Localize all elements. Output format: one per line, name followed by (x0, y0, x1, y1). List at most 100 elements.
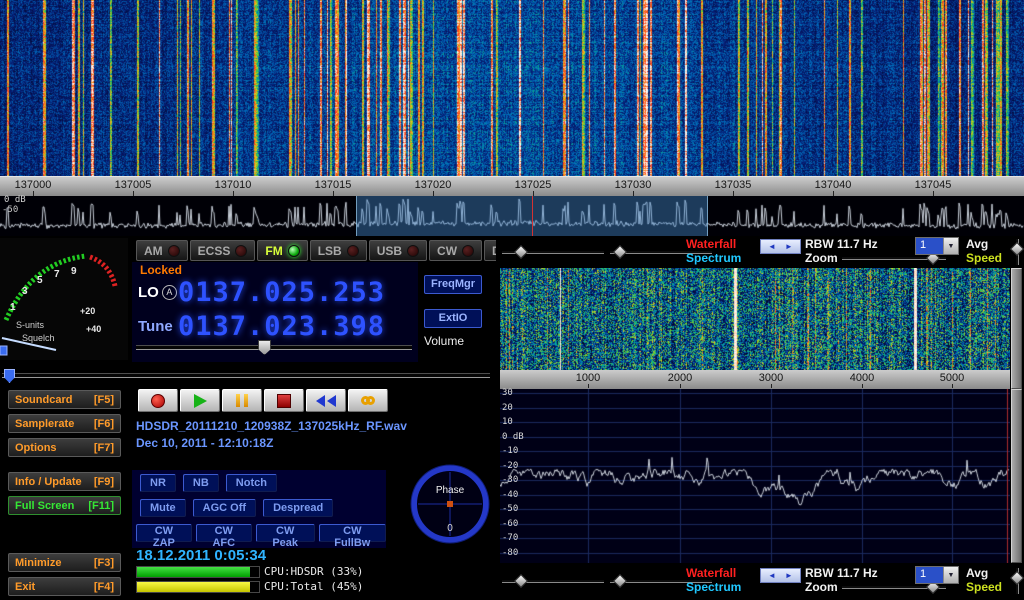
soundcard-button[interactable]: Soundcard [F5] (8, 390, 121, 409)
playback-controls (138, 389, 388, 412)
level-mini-slider[interactable] (1012, 239, 1022, 265)
mode-selector: AM ECSS FM LSB USB CW (136, 240, 544, 261)
exit-button[interactable]: Exit [F4] (8, 577, 121, 596)
waterfall-tab[interactable]: Waterfall (686, 566, 736, 580)
audio-spectrum-canvas[interactable] (500, 389, 1010, 563)
avg-select-value: 1 (916, 567, 943, 583)
recording-filename: HDSDR_20111210_120938Z_137025kHz_RF.wav (136, 419, 407, 433)
freq-scale-label: 137025 (503, 179, 563, 191)
cw-zap-button[interactable]: CW ZAP (136, 524, 192, 542)
level-mini-slider[interactable] (1012, 568, 1022, 594)
slider-handle[interactable] (514, 574, 528, 588)
mode-button-usb[interactable]: USB (369, 240, 427, 261)
freq-scale-label: 5000 (927, 372, 977, 384)
fullscreen-button[interactable]: Full Screen [F11] (8, 496, 121, 515)
cw-peak-button[interactable]: CW Peak (256, 524, 315, 542)
spectrum-tab[interactable]: Spectrum (686, 580, 741, 594)
db-axis-label: -10 (502, 446, 518, 456)
mode-button-ecss[interactable]: ECSS (190, 240, 256, 261)
rbw-value: RBW 11.7 Hz (805, 237, 878, 251)
stop-button[interactable] (264, 389, 304, 412)
tune-slider[interactable] (2, 368, 490, 382)
speed-label: Speed (966, 580, 1002, 594)
minimize-button[interactable]: Minimize [F3] (8, 553, 121, 572)
mode-button-lsb[interactable]: LSB (310, 240, 367, 261)
freq-scale-label: 1000 (563, 372, 613, 384)
audio-frequency-scale[interactable]: 1000 2000 3000 4000 5000 (500, 370, 1010, 389)
cw-fullbw-button[interactable]: CW FullBw (319, 524, 386, 542)
brightness-slider[interactable] (502, 575, 604, 586)
loop-button[interactable] (348, 389, 388, 412)
slider-handle[interactable] (514, 245, 528, 259)
lo-mode-badge[interactable]: A (162, 285, 177, 300)
display-controls-top: Waterfall Spectrum ◄ ► RBW 11.7 Hz Zoom … (496, 237, 1024, 267)
db-axis-label: 20 (502, 403, 513, 413)
scroll-left-icon[interactable]: ◄ (768, 571, 776, 580)
nr-button[interactable]: NR (140, 474, 176, 492)
record-button[interactable] (138, 389, 178, 412)
tune-frequency-display[interactable]: 0137.023.398 (178, 311, 385, 342)
freq-scale-label: 137035 (703, 179, 763, 191)
main-waterfall-display[interactable] (0, 0, 1024, 176)
nb-button[interactable]: NB (183, 474, 219, 492)
scroll-left-icon[interactable]: ◄ (768, 242, 776, 251)
dropdown-arrow-icon[interactable]: ▼ (943, 238, 958, 254)
main-frequency-scale[interactable]: 137000 137005 137010 137015 137020 13702… (0, 176, 1024, 196)
play-icon (194, 394, 207, 408)
tune-marker[interactable] (532, 196, 533, 236)
despread-button[interactable]: Despread (263, 499, 333, 517)
slider-track (136, 345, 412, 350)
db-axis-label: 0 dB (502, 432, 524, 442)
slider-handle[interactable] (1010, 571, 1024, 585)
db-axis-label: -80 (502, 548, 518, 558)
mute-button[interactable]: Mute (140, 499, 186, 517)
slider-handle[interactable] (613, 245, 627, 259)
smeter-tick-label: 3 (22, 286, 28, 297)
extio-button[interactable]: ExtIO (424, 309, 482, 328)
mode-button-cw[interactable]: CW (429, 240, 482, 261)
control-panel: 1 3 5 7 9 +20 +40 S-units Squelch Soundc… (0, 236, 1024, 600)
avg-select[interactable]: 1 ▼ (915, 237, 959, 255)
scroll-right-icon[interactable]: ► (785, 571, 793, 580)
waterfall-tab[interactable]: Waterfall (686, 237, 736, 251)
rbw-value: RBW 11.7 Hz (805, 566, 878, 580)
zoom-label: Zoom (805, 251, 838, 265)
freq-scale-label: 4000 (837, 372, 887, 384)
button-label: Minimize (15, 557, 61, 569)
spectrum-tab[interactable]: Spectrum (686, 251, 741, 265)
audio-waterfall-canvas[interactable] (500, 268, 1010, 370)
notch-button[interactable]: Notch (226, 474, 277, 492)
avg-select[interactable]: 1 ▼ (915, 566, 959, 584)
mode-button-fm[interactable]: FM (257, 240, 307, 261)
slider-handle[interactable] (1010, 242, 1024, 256)
volume-slider[interactable] (136, 340, 412, 354)
tune-slider-handle[interactable] (4, 369, 15, 383)
main-spectrum-display[interactable]: 0 dB -50 (0, 196, 1024, 237)
freq-scale-label: 2000 (655, 372, 705, 384)
pause-button[interactable] (222, 389, 262, 412)
agc-off-button[interactable]: AGC Off (193, 499, 256, 517)
rewind-button[interactable] (306, 389, 346, 412)
mode-button-am[interactable]: AM (136, 240, 188, 261)
scroll-buttons[interactable]: ◄ ► (760, 568, 801, 583)
freqmgr-button[interactable]: FreqMgr (424, 275, 482, 294)
volume-slider-handle[interactable] (258, 340, 271, 355)
squelch-handle[interactable] (0, 346, 7, 355)
brightness-slider[interactable] (502, 246, 604, 257)
cw-afc-button[interactable]: CW AFC (196, 524, 252, 542)
stop-icon (277, 394, 291, 408)
slider-handle[interactable] (613, 574, 627, 588)
audio-waterfall-display[interactable] (500, 268, 1010, 370)
scroll-buttons[interactable]: ◄ ► (760, 239, 801, 254)
dropdown-arrow-icon[interactable]: ▼ (943, 567, 958, 583)
samplerate-button[interactable]: Samplerate [F6] (8, 414, 121, 433)
avg-select-value: 1 (916, 238, 943, 254)
audio-spectrum-display[interactable]: 30 20 10 0 dB -10 -20 -30 -40 -50 -60 -7… (500, 389, 1010, 563)
main-waterfall-canvas[interactable] (0, 0, 1024, 176)
s-meter: 1 3 5 7 9 +20 +40 S-units Squelch (0, 238, 128, 360)
options-button[interactable]: Options [F7] (8, 438, 121, 457)
info-update-button[interactable]: Info / Update [F9] (8, 472, 121, 491)
lo-frequency-display[interactable]: 0137.025.253 (178, 277, 385, 308)
play-button[interactable] (180, 389, 220, 412)
scroll-right-icon[interactable]: ► (785, 242, 793, 251)
